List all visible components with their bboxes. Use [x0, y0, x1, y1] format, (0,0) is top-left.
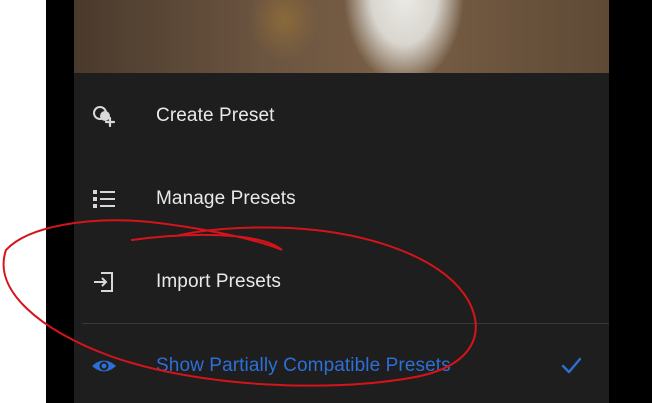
create-preset-icon: [90, 102, 118, 130]
list-icon: [90, 185, 118, 213]
show-partially-compatible-label: Show Partially Compatible Presets: [156, 355, 451, 376]
manage-presets-label: Manage Presets: [156, 188, 296, 209]
left-black-bar: [46, 0, 74, 403]
preview-photo: [74, 0, 609, 73]
create-preset-menu-item[interactable]: Create Preset: [74, 75, 609, 157]
create-preset-label: Create Preset: [156, 105, 275, 126]
import-presets-label: Import Presets: [156, 271, 281, 292]
app-screen: Create Preset Manage Presets Import Pres…: [74, 0, 609, 403]
import-presets-menu-item[interactable]: Import Presets: [74, 241, 609, 323]
preset-options-sheet: Create Preset Manage Presets Import Pres…: [74, 73, 609, 403]
checkmark-icon: [560, 355, 582, 377]
right-black-bar: [609, 0, 652, 403]
show-partially-compatible-menu-item[interactable]: Show Partially Compatible Presets: [74, 325, 609, 403]
menu-divider: [82, 323, 609, 324]
eye-icon: [90, 352, 118, 380]
manage-presets-menu-item[interactable]: Manage Presets: [74, 158, 609, 240]
import-icon: [90, 268, 118, 296]
